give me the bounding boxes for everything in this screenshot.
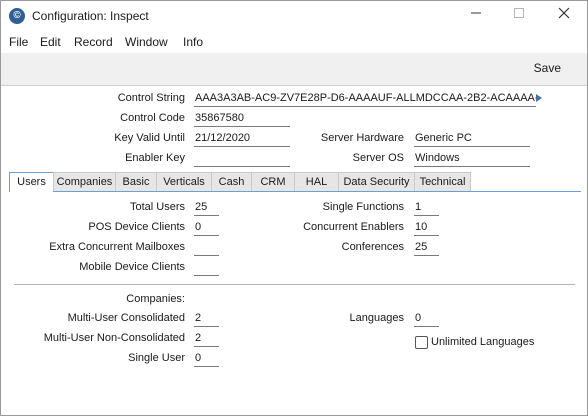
- control-code-field[interactable]: 35867580: [194, 111, 290, 127]
- conferences-field[interactable]: 25: [414, 240, 439, 256]
- single-functions-label: Single Functions: [322, 201, 404, 213]
- menu-record[interactable]: Record: [74, 35, 113, 49]
- menu-edit[interactable]: Edit: [40, 35, 61, 49]
- concurrent-enablers-field[interactable]: 10: [414, 220, 439, 236]
- close-icon[interactable]: [554, 7, 574, 25]
- tab-technical[interactable]: Technical: [414, 172, 471, 191]
- tab-users[interactable]: Users: [9, 172, 54, 192]
- tab-verticals[interactable]: Verticals: [156, 172, 212, 191]
- tab-cash[interactable]: Cash: [211, 172, 252, 191]
- unlimited-languages-checkbox[interactable]: [415, 336, 428, 349]
- save-button[interactable]: Save: [534, 61, 561, 75]
- window-title: Configuration: Inspect: [32, 9, 149, 23]
- menu-bar: File Edit Record Window Info: [1, 32, 587, 53]
- tab-bar: Users Companies Basic Verticals Cash CRM…: [9, 172, 581, 192]
- single-user-field[interactable]: 0: [194, 351, 219, 367]
- languages-label: Languages: [349, 312, 404, 324]
- multi-user-consolidated-field[interactable]: 2: [194, 311, 219, 327]
- pos-device-clients-label: POS Device Clients: [88, 221, 185, 233]
- menu-file[interactable]: File: [9, 35, 28, 49]
- multi-user-consolidated-label: Multi-User Consolidated: [67, 312, 185, 324]
- section-divider: [14, 284, 575, 285]
- extra-concurrent-mailboxes-label: Extra Concurrent Mailboxes: [49, 241, 185, 253]
- companies-heading: Companies:: [126, 293, 185, 305]
- control-string-label: Control String: [117, 92, 185, 104]
- control-code-label: Control Code: [120, 112, 185, 124]
- concurrent-enablers-label: Concurrent Enablers: [303, 221, 404, 233]
- conferences-label: Conferences: [341, 241, 404, 253]
- minimize-icon[interactable]: [466, 7, 486, 25]
- control-string-field[interactable]: AAA3A3AB-AC9-ZV7E28P-D6-AAAAUF-ALLMDCCAA…: [194, 91, 536, 107]
- app-logo-icon: ©: [9, 8, 25, 24]
- key-valid-until-field[interactable]: 21/12/2020: [194, 131, 290, 147]
- mobile-device-clients-label: Mobile Device Clients: [79, 261, 185, 273]
- languages-field[interactable]: 0: [414, 311, 439, 327]
- multi-user-non-consolidated-field[interactable]: 2: [194, 331, 219, 347]
- enabler-key-label: Enabler Key: [125, 152, 185, 164]
- tab-companies[interactable]: Companies: [53, 172, 116, 191]
- multi-user-non-consolidated-label: Multi-User Non-Consolidated: [43, 332, 185, 344]
- total-users-label: Total Users: [129, 201, 185, 213]
- total-users-field[interactable]: 25: [194, 200, 219, 216]
- single-user-label: Single User: [128, 352, 185, 364]
- scroll-right-arrow-icon[interactable]: [536, 94, 542, 102]
- tab-hal[interactable]: HAL: [294, 172, 339, 191]
- tab-crm[interactable]: CRM: [251, 172, 295, 191]
- extra-concurrent-mailboxes-field[interactable]: [194, 240, 219, 256]
- enabler-key-field[interactable]: [194, 151, 290, 167]
- mobile-device-clients-field[interactable]: [194, 260, 219, 276]
- single-functions-field[interactable]: 1: [414, 200, 439, 216]
- configuration-window: © Configuration: Inspect File Edit Recor…: [0, 0, 588, 416]
- key-valid-until-label: Key Valid Until: [114, 132, 185, 144]
- server-hardware-label: Server Hardware: [320, 132, 404, 144]
- tab-basic[interactable]: Basic: [115, 172, 157, 191]
- maximize-icon: [509, 7, 529, 25]
- server-hardware-field[interactable]: Generic PC: [414, 131, 530, 147]
- menu-window[interactable]: Window: [125, 35, 168, 49]
- server-os-field[interactable]: Windows: [414, 151, 530, 167]
- server-os-label: Server OS: [352, 152, 404, 164]
- toolbar: Save: [1, 53, 587, 86]
- title-bar: © Configuration: Inspect: [1, 1, 587, 32]
- tab-data-security[interactable]: Data Security: [338, 172, 415, 191]
- pos-device-clients-field[interactable]: 0: [194, 220, 219, 236]
- unlimited-languages-label: Unlimited Languages: [431, 336, 535, 348]
- menu-info[interactable]: Info: [183, 35, 203, 49]
